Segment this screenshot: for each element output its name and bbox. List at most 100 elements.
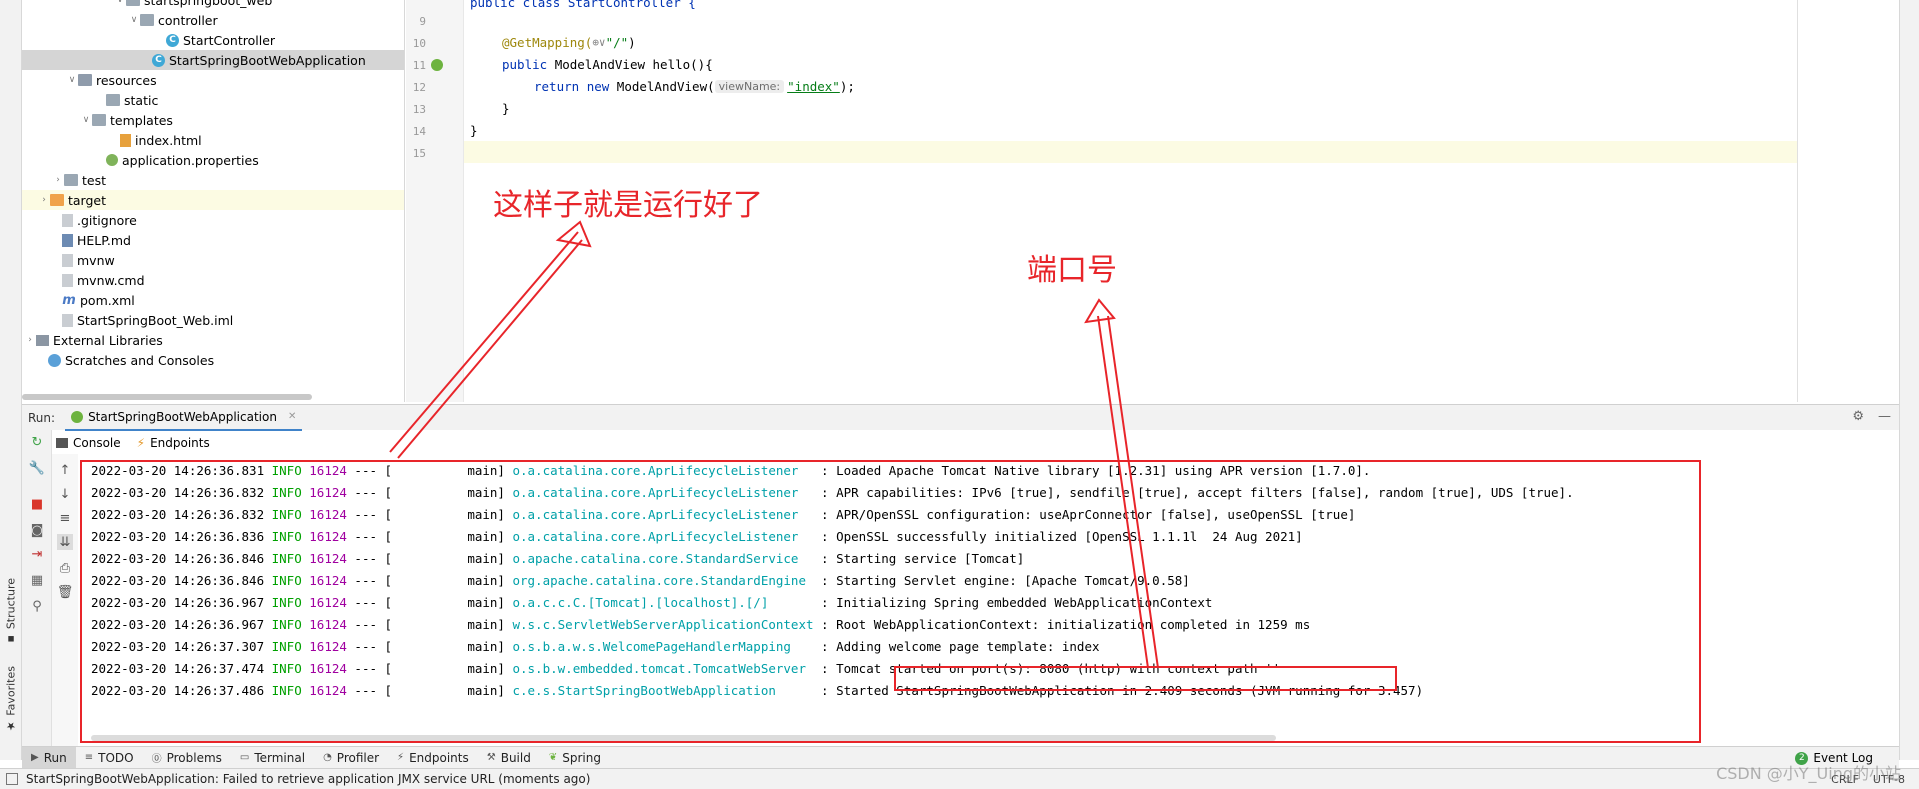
library-icon [36, 334, 49, 346]
tool-window-spring[interactable]: ❦ Spring [540, 747, 610, 769]
tool-window-endpoints[interactable]: ⚡ Endpoints [388, 747, 478, 769]
wrench-icon[interactable]: 🔧 [29, 460, 45, 476]
print-icon[interactable]: ⎙ [57, 560, 73, 576]
run-label: Run: [28, 410, 56, 425]
tool-window-problems[interactable]: ⓪ Problems [143, 747, 231, 769]
tree-item-label: resources [96, 72, 157, 88]
folder-icon [92, 114, 106, 126]
camera-icon[interactable]: ◙ [29, 522, 45, 538]
tree-item-label: .gitignore [77, 212, 137, 228]
method-keyword: public [502, 56, 555, 72]
method-signature: ModelAndView hello(){ [554, 56, 713, 72]
console-icon [56, 438, 68, 448]
favorites-tab[interactable]: ★ Favorites [2, 666, 20, 733]
minimize-icon[interactable]: — [1878, 409, 1891, 424]
tool-window-build[interactable]: ⚒ Build [478, 747, 540, 769]
tree-item[interactable]: mvnw [22, 250, 404, 270]
tree-item[interactable]: HELP.md [22, 230, 404, 250]
code-line: return new ModelAndView(viewName: "index"… [464, 75, 855, 97]
tree-item-label: test [82, 172, 107, 188]
code-text: public class StartController { [470, 0, 696, 10]
tree-item[interactable]: ∨ templates [22, 110, 404, 130]
port-highlight-box [894, 666, 1397, 691]
line-number: 14 [412, 125, 426, 138]
tree-item-label: controller [158, 12, 218, 28]
tree-item[interactable]: ∨ controller [22, 10, 404, 30]
tree-item[interactable]: .gitignore [22, 210, 404, 230]
stop-icon[interactable]: ■ [29, 496, 45, 512]
chevron-down-icon[interactable]: ∨ [114, 0, 126, 5]
current-code-line[interactable] [464, 141, 1798, 163]
tree-item[interactable]: mvnw.cmd [22, 270, 404, 290]
soft-wrap-icon[interactable]: ≡ [57, 510, 73, 526]
class-icon: C [166, 33, 179, 47]
pin-icon[interactable]: ⚲ [29, 598, 45, 614]
close-icon[interactable]: ✕ [288, 411, 296, 422]
annotation-port: 端口号 [1027, 253, 1117, 288]
tool-window-todo[interactable]: ≡ TODO [76, 747, 143, 769]
tree-item[interactable]: application.properties [22, 150, 404, 170]
tree-item-label: HELP.md [77, 232, 131, 248]
tree-item[interactable]: m pom.xml [22, 290, 404, 310]
line-number: 9 [419, 15, 426, 28]
problems-icon: ⓪ [151, 754, 162, 765]
tree-item[interactable]: C StartController [22, 30, 404, 50]
excluded-folder-icon [50, 194, 64, 206]
tree-item[interactable]: › test [22, 170, 404, 190]
tree-item[interactable]: ∨ resources [22, 70, 404, 90]
tab-endpoints[interactable]: ⚡ Endpoints [137, 436, 210, 450]
tree-item[interactable]: › External Libraries [22, 330, 404, 350]
chevron-right-icon[interactable]: › [24, 335, 36, 345]
chevron-down-icon[interactable]: ∨ [80, 115, 92, 125]
chevron-down-icon[interactable]: ∨ [128, 15, 140, 25]
chevron-right-icon[interactable]: › [38, 195, 50, 205]
scroll-to-end-icon[interactable]: ⇊ [57, 534, 73, 550]
tree-item[interactable]: static [22, 90, 404, 110]
structure-icon: ▪ [4, 633, 18, 647]
tool-window-run[interactable]: ▶ Run [22, 746, 76, 769]
tool-window-label: Problems [166, 750, 222, 765]
rerun-icon[interactable]: ↻ [29, 434, 45, 450]
properties-file-icon [106, 154, 118, 166]
chevron-down-icon[interactable]: ∨ [66, 75, 78, 85]
status-message[interactable]: StartSpringBootWebApplication: Failed to… [26, 772, 590, 786]
annotation-value: "/" [605, 34, 629, 50]
exit-icon[interactable]: ⇥ [29, 546, 45, 562]
tool-window-label: Spring [562, 750, 601, 765]
layout-icon[interactable]: ▦ [29, 572, 45, 588]
tab-console[interactable]: Console [56, 436, 121, 450]
profiler-icon: ◔ [323, 752, 332, 763]
tree-item[interactable]: › target [22, 190, 404, 210]
view-name-string[interactable]: "index" [787, 79, 840, 94]
tree-item-label: pom.xml [80, 292, 135, 308]
run-config-tab[interactable]: StartSpringBootWebApplication ✕ [65, 405, 303, 431]
up-arrow-icon[interactable]: ↑ [57, 462, 73, 478]
tool-window-profiler[interactable]: ◔ Profiler [314, 747, 388, 769]
structure-tab[interactable]: ▪ Structure [2, 578, 20, 646]
tree-item[interactable]: StartSpringBoot_Web.iml [22, 310, 404, 330]
tool-window-label: Endpoints [409, 750, 469, 765]
tree-item[interactable]: C StartSpringBootWebApplication [22, 50, 404, 70]
chevron-right-icon[interactable]: › [52, 175, 64, 185]
ide-window: ▪ Structure ★ Favorites ∨ startspringboot… [0, 0, 1919, 789]
trash-icon[interactable]: 🗑 [57, 584, 74, 600]
down-arrow-icon[interactable]: ↓ [57, 486, 73, 502]
terminal-icon: ▭ [239, 752, 250, 763]
tree-item-label: application.properties [122, 152, 259, 168]
tree-item[interactable]: index.html [22, 130, 404, 150]
gear-icon[interactable]: ⚙ [1852, 409, 1864, 424]
close-brace: } [470, 122, 478, 138]
tree-item[interactable]: Scratches and Consoles [22, 350, 404, 370]
tool-window-terminal[interactable]: ▭ Terminal [231, 747, 314, 769]
annotation-running-ok: 这样子就是运行好了 [493, 188, 763, 223]
tree-horizontal-scrollbar[interactable] [22, 394, 312, 400]
tool-window-label: Terminal [254, 750, 306, 765]
spring-run-icon [71, 410, 84, 423]
tool-window-bar: ▶ Run ≡ TODO ⓪ Problems ▭ Terminal ◔ Profiler ⚡ End… [22, 746, 1899, 769]
tree-item[interactable]: ∨ startspringboot_web [22, 0, 404, 10]
globe-icon: ⊕∨ [592, 35, 606, 49]
spring-bean-icon[interactable] [431, 59, 443, 71]
tool-window-label: Profiler [336, 750, 380, 765]
module-file-icon [62, 313, 73, 327]
return-keyword: return [534, 78, 587, 94]
